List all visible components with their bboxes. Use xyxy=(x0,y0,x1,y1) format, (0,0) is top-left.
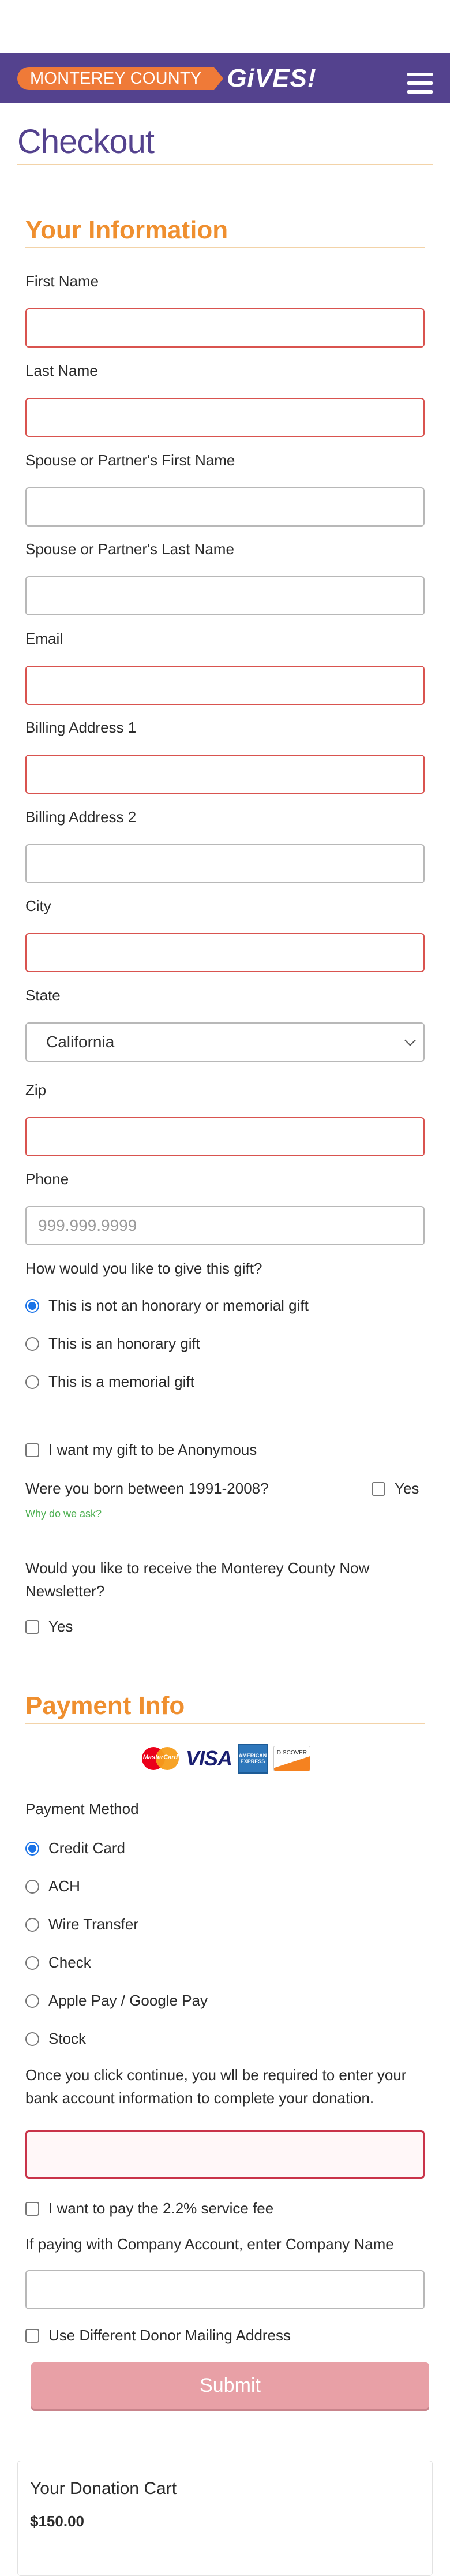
billing-address-2-input[interactable] xyxy=(25,844,425,883)
page-title: Checkout xyxy=(17,123,155,160)
payment-method-stock[interactable]: Stock xyxy=(25,2030,86,2048)
service-fee-checkbox-row[interactable]: I want to pay the 2.2% service fee xyxy=(25,2200,273,2217)
gift-option-none[interactable]: This is not an honorary or memorial gift xyxy=(25,1297,309,1315)
city-input[interactable] xyxy=(25,933,425,972)
spouse-last-name-input[interactable] xyxy=(25,576,425,615)
radio-unselected[interactable] xyxy=(25,1917,39,1932)
payment-method-label: Wire Transfer xyxy=(48,1916,139,1933)
company-name-label: If paying with Company Account, enter Co… xyxy=(25,2235,394,2253)
billing-address-2-label: Billing Address 2 xyxy=(25,808,137,826)
email-label: Email xyxy=(25,630,63,647)
visa-icon: VISA xyxy=(186,1746,232,1770)
phone-input[interactable] xyxy=(25,1206,425,1245)
why-do-we-ask-link[interactable]: Why do we ask? xyxy=(25,1508,102,1520)
newsletter-yes-checkbox[interactable] xyxy=(25,1619,39,1634)
logo-county-text: MONTEREY COUNTY xyxy=(17,67,224,90)
gift-option-label: This is a memorial gift xyxy=(48,1373,194,1390)
payment-method-label: Apple Pay / Google Pay xyxy=(48,1992,208,2009)
spouse-first-name-input[interactable] xyxy=(25,487,425,527)
gift-option-label: This is not an honorary or memorial gift xyxy=(48,1297,309,1314)
payment-method-label: Stock xyxy=(48,2030,87,2047)
radio-unselected[interactable] xyxy=(25,1336,39,1351)
payment-method-wire-transfer[interactable]: Wire Transfer xyxy=(25,1916,138,1933)
radio-unselected[interactable] xyxy=(25,1879,39,1894)
radio-unselected[interactable] xyxy=(25,2032,39,2046)
cart-total: $150.00 xyxy=(30,2512,84,2530)
payment-info-heading: Payment Info xyxy=(25,1692,185,1720)
payment-method-label: Payment Method xyxy=(25,1800,139,1817)
payment-method-ach[interactable]: ACH xyxy=(25,1877,80,1895)
radio-selected[interactable] xyxy=(25,1841,39,1856)
first-name-label: First Name xyxy=(25,272,99,290)
city-label: City xyxy=(25,897,51,914)
payment-method-label: Check xyxy=(48,1954,91,1971)
state-label: State xyxy=(25,987,61,1004)
newsletter-yes-checkbox-row[interactable]: Yes xyxy=(25,1618,73,1636)
site-logo[interactable]: MONTEREY COUNTY GiVES! xyxy=(17,64,317,92)
different-address-checkbox[interactable] xyxy=(25,2328,39,2343)
email-input[interactable] xyxy=(25,666,425,705)
born-yes-checkbox[interactable] xyxy=(372,1481,385,1496)
zip-label: Zip xyxy=(25,1081,47,1099)
different-address-checkbox-row[interactable]: Use Different Donor Mailing Address xyxy=(25,2327,291,2344)
discover-icon: DISCOVER xyxy=(273,1746,311,1771)
billing-address-1-input[interactable] xyxy=(25,755,425,794)
different-address-label: Use Different Donor Mailing Address xyxy=(48,2327,291,2344)
newsletter-question: Would you like to receive the Monterey C… xyxy=(25,1559,370,1600)
spouse-first-name-label: Spouse or Partner's First Name xyxy=(25,451,235,469)
payment-method-label: Credit Card xyxy=(48,1839,125,1857)
service-fee-checkbox[interactable] xyxy=(25,2201,39,2216)
section-divider xyxy=(25,1723,425,1724)
born-yes-checkbox-row[interactable]: Yes xyxy=(372,1480,419,1498)
service-fee-label: I want to pay the 2.2% service fee xyxy=(48,2200,274,2217)
payment-method-label: ACH xyxy=(48,1877,80,1895)
title-divider xyxy=(17,164,433,165)
mastercard-icon: MasterCard xyxy=(141,1746,180,1771)
your-information-heading: Your Information xyxy=(25,216,228,244)
chevron-down-icon xyxy=(404,1035,416,1046)
gift-option-memorial[interactable]: This is a memorial gift xyxy=(25,1373,194,1391)
born-question: Were you born between 1991-2008? xyxy=(25,1480,269,1497)
anonymous-label: I want my gift to be Anonymous xyxy=(48,1441,257,1458)
submit-button[interactable]: Submit xyxy=(31,2362,429,2409)
newsletter-yes-label: Yes xyxy=(48,1618,73,1635)
menu-icon[interactable] xyxy=(407,73,433,94)
gift-option-honorary[interactable]: This is an honorary gift xyxy=(25,1335,200,1353)
state-select[interactable]: California xyxy=(25,1022,425,1062)
company-name-input[interactable] xyxy=(25,2270,425,2309)
anonymous-checkbox-row[interactable]: I want my gift to be Anonymous xyxy=(25,1441,257,1459)
anonymous-checkbox[interactable] xyxy=(25,1443,39,1457)
accepted-cards: MasterCard VISA AMERICAN EXPRESS DISCOVE… xyxy=(141,1744,311,1774)
radio-selected[interactable] xyxy=(25,1298,39,1313)
gift-type-question: How would you like to give this gift? xyxy=(25,1260,262,1277)
continue-note: Once you click continue, you wll be requ… xyxy=(25,2066,407,2107)
radio-unselected[interactable] xyxy=(25,1993,39,2008)
state-selected-value: California xyxy=(46,1033,115,1051)
spouse-last-name-label: Spouse or Partner's Last Name xyxy=(25,540,234,558)
last-name-input[interactable] xyxy=(25,398,425,437)
gift-option-label: This is an honorary gift xyxy=(48,1335,201,1352)
payment-detail-input[interactable] xyxy=(25,2130,425,2179)
logo-gives-text: GiVES! xyxy=(227,64,317,92)
amex-icon: AMERICAN EXPRESS xyxy=(238,1744,268,1774)
last-name-label: Last Name xyxy=(25,362,98,379)
zip-input[interactable] xyxy=(25,1117,425,1156)
radio-unselected[interactable] xyxy=(25,1375,39,1389)
section-divider xyxy=(25,247,425,248)
phone-label: Phone xyxy=(25,1170,69,1188)
payment-method-check[interactable]: Check xyxy=(25,1954,91,1972)
cart-title: Your Donation Cart xyxy=(30,2479,177,2498)
payment-method-apple-google-pay[interactable]: Apple Pay / Google Pay xyxy=(25,1992,208,2010)
payment-method-credit-card[interactable]: Credit Card xyxy=(25,1839,125,1857)
radio-unselected[interactable] xyxy=(25,1955,39,1970)
born-yes-label: Yes xyxy=(395,1480,419,1497)
billing-address-1-label: Billing Address 1 xyxy=(25,719,137,736)
first-name-input[interactable] xyxy=(25,308,425,348)
